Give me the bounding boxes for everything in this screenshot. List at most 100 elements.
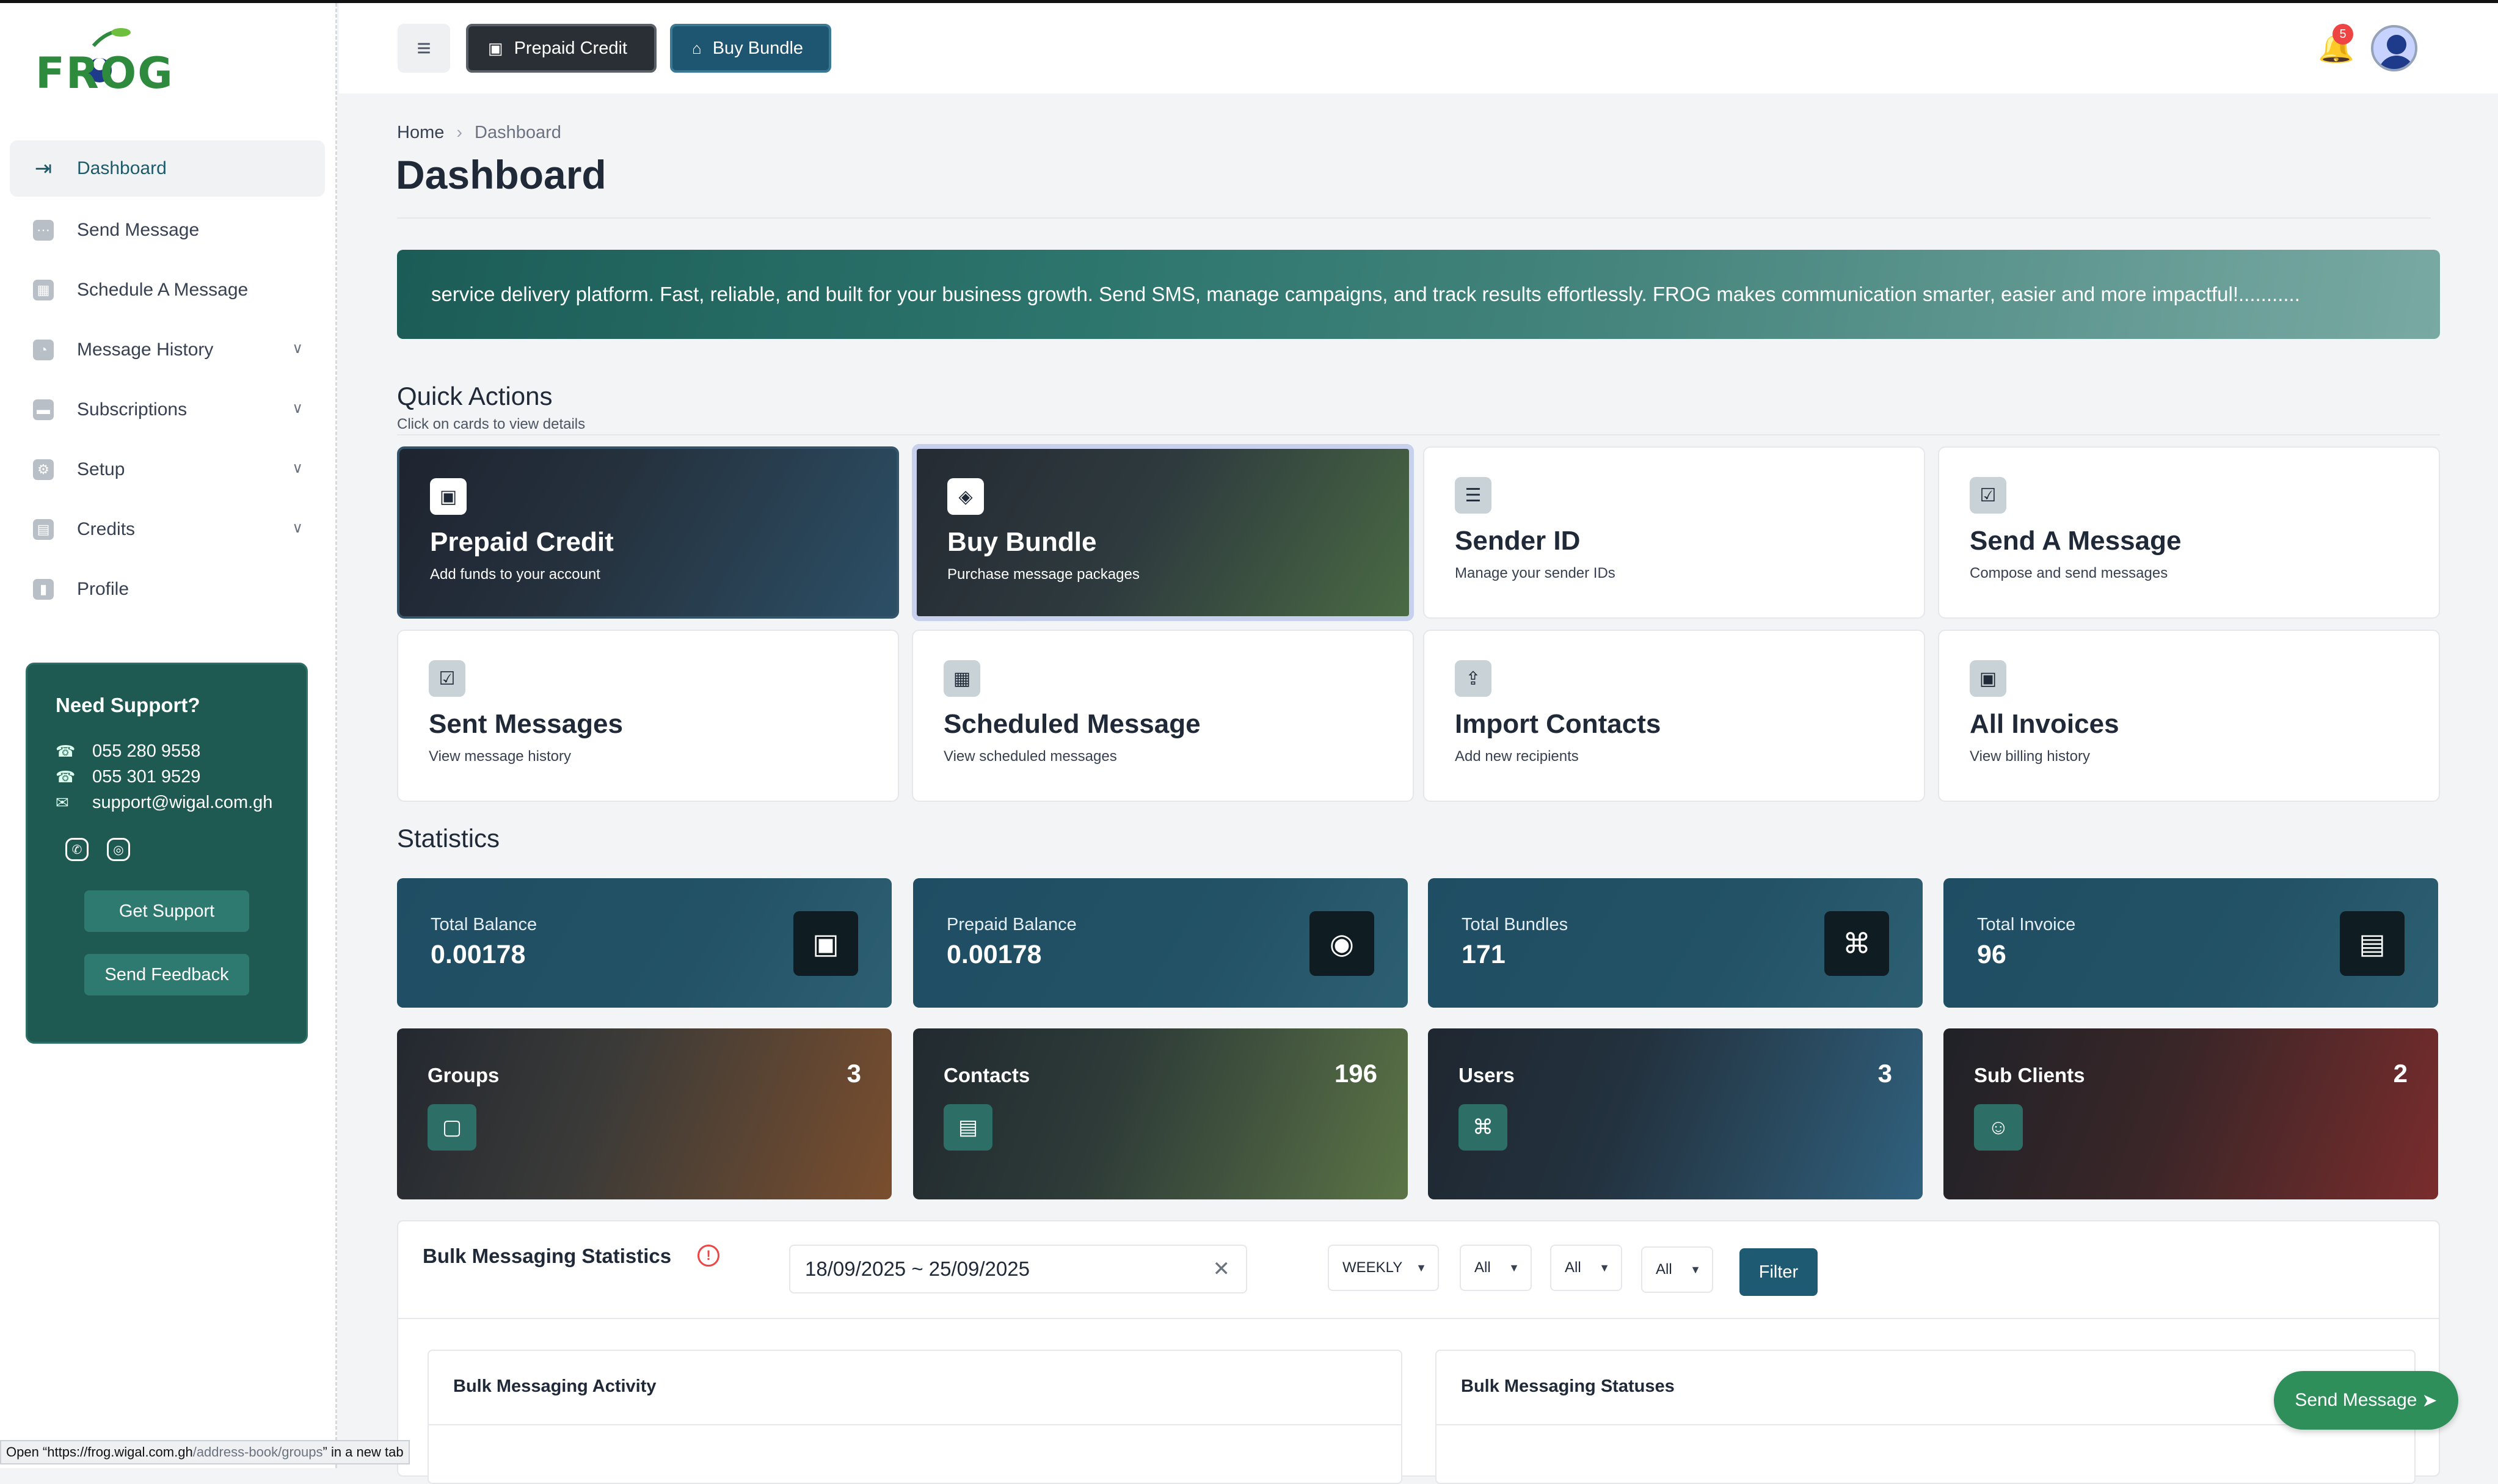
sidebar-item-label: Message History bbox=[77, 340, 214, 360]
send-feedback-button[interactable]: Send Feedback bbox=[84, 954, 249, 995]
sidebar-item-send-message[interactable]: ⋯ Send Message bbox=[10, 200, 325, 260]
sidebar-item-label: Dashboard bbox=[77, 158, 167, 178]
quick-action-buy-bundle[interactable]: ◈ Buy Bundle Purchase message packages bbox=[912, 444, 1414, 621]
sidebar-item-message-history[interactable]: ◔ Message History ∨ bbox=[10, 320, 325, 380]
sidebar-item-label: Send Message bbox=[77, 220, 200, 240]
menu-toggle-icon[interactable]: ≡ bbox=[398, 24, 450, 73]
sidebar-item-label: Profile bbox=[77, 579, 129, 599]
mail-icon: ✉ bbox=[56, 793, 69, 812]
sidebar-item-label: Setup bbox=[77, 459, 125, 479]
period-select[interactable]: WEEKLY ▼ bbox=[1328, 1245, 1439, 1291]
chevron-down-icon: ∨ bbox=[292, 460, 303, 476]
instagram-icon[interactable]: ◎ bbox=[107, 838, 130, 861]
browser-status-bar: Open “https://frog.wigal.com.gh/address-… bbox=[0, 1440, 410, 1464]
money-icon: ▣ bbox=[430, 478, 467, 515]
server-icon: ☰ bbox=[1455, 477, 1491, 514]
bulk-statuses-card: Bulk Messaging Statuses bbox=[1435, 1350, 2416, 1484]
invoice-icon: ▣ bbox=[1970, 660, 2006, 697]
inbox-icon: ☑ bbox=[1970, 477, 2006, 514]
frog-logo[interactable]: FROG bbox=[35, 26, 173, 98]
quick-action-all-invoices[interactable]: ▣ All Invoices View billing history bbox=[1938, 630, 2440, 802]
sidebar-item-label: Schedule A Message bbox=[77, 280, 249, 300]
breadcrumb-current: Dashboard bbox=[475, 123, 561, 142]
inbox-icon: ☑ bbox=[429, 660, 465, 697]
send-message-fab[interactable]: Send Message ➤ bbox=[2274, 1371, 2458, 1430]
sidebar-item-setup[interactable]: ⚙ Setup ∨ bbox=[10, 440, 325, 500]
phone-icon: ☎ bbox=[56, 741, 76, 760]
support-email[interactable]: ✉ support@wigal.com.gh bbox=[56, 793, 278, 812]
count-contacts[interactable]: Contacts 196 ▤ bbox=[913, 1028, 1408, 1199]
cash-icon: ◉ bbox=[1309, 911, 1374, 976]
stat-total-invoice[interactable]: Total Invoice 96 ▤ bbox=[1943, 878, 2438, 1008]
get-support-button[interactable]: Get Support bbox=[84, 890, 249, 932]
caret-down-icon: ▼ bbox=[1690, 1264, 1701, 1276]
gear-icon: ⚙ bbox=[33, 459, 54, 480]
sidebar-item-label: Credits bbox=[77, 519, 136, 539]
sidebar-item-schedule-message[interactable]: ▦ Schedule A Message bbox=[10, 260, 325, 320]
money-icon: ▣ bbox=[793, 911, 858, 976]
notification-badge: 5 bbox=[2332, 24, 2353, 45]
breadcrumb-home[interactable]: Home bbox=[397, 123, 444, 142]
buy-bundle-button[interactable]: ⌂ Buy Bundle bbox=[670, 24, 831, 73]
group-icon: ▢ bbox=[428, 1104, 476, 1151]
stat-total-balance[interactable]: Total Balance 0.00178 ▣ bbox=[397, 878, 892, 1008]
divider bbox=[397, 217, 2431, 219]
breadcrumb: Home › Dashboard bbox=[397, 123, 561, 143]
chevron-down-icon: ∨ bbox=[292, 400, 303, 416]
filter-button[interactable]: Filter bbox=[1739, 1248, 1818, 1296]
calendar-icon: ▦ bbox=[33, 280, 54, 300]
stat-prepaid-balance[interactable]: Prepaid Balance 0.00178 ◉ bbox=[913, 878, 1408, 1008]
bulk-messaging-panel: Bulk Messaging Statistics ! 18/09/2025 ~… bbox=[397, 1220, 2440, 1484]
count-sub-clients[interactable]: Sub Clients 2 ☺ bbox=[1943, 1028, 2438, 1199]
calendar-icon: ▦ bbox=[944, 660, 980, 697]
quick-action-send-message[interactable]: ☑ Send A Message Compose and send messag… bbox=[1938, 446, 2440, 619]
quick-action-scheduled-message[interactable]: ▦ Scheduled Message View scheduled messa… bbox=[912, 630, 1414, 802]
filter-select-1[interactable]: All ▼ bbox=[1460, 1245, 1532, 1291]
stat-total-bundles[interactable]: Total Bundles 171 ⌘ bbox=[1428, 878, 1923, 1008]
filter-select-2[interactable]: All ▼ bbox=[1550, 1245, 1622, 1291]
quick-action-prepaid-credit[interactable]: ▣ Prepaid Credit Add funds to your accou… bbox=[397, 446, 899, 619]
quick-action-sender-id[interactable]: ☰ Sender ID Manage your sender IDs bbox=[1423, 446, 1925, 619]
bulk-title: Bulk Messaging Statistics bbox=[423, 1245, 672, 1267]
support-phone-2[interactable]: ☎ 055 301 9529 bbox=[56, 767, 278, 787]
sidebar-item-dashboard[interactable]: ⇥ Dashboard bbox=[10, 140, 325, 197]
support-phone-1[interactable]: ☎ 055 280 9558 bbox=[56, 741, 278, 761]
page-title: Dashboard bbox=[396, 152, 606, 197]
sidebar-item-credits[interactable]: ▤ Credits ∨ bbox=[10, 500, 325, 559]
quick-action-sent-messages[interactable]: ☑ Sent Messages View message history bbox=[397, 630, 899, 802]
bulk-activity-card: Bulk Messaging Activity bbox=[428, 1350, 1402, 1484]
contact-card-icon: ▤ bbox=[944, 1104, 992, 1151]
avatar[interactable] bbox=[2371, 25, 2417, 71]
chat-icon: ⋯ bbox=[33, 220, 54, 241]
breadcrumb-chevron-icon: › bbox=[456, 123, 463, 142]
history-icon: ◔ bbox=[33, 340, 54, 360]
quick-actions-subtitle: Click on cards to view details bbox=[397, 416, 586, 432]
upload-icon: ⇪ bbox=[1455, 660, 1491, 697]
wallet-icon: ▤ bbox=[33, 519, 54, 540]
count-groups[interactable]: Groups 3 ▢ bbox=[397, 1028, 892, 1199]
command-icon: ⌘ bbox=[1458, 1104, 1507, 1151]
caret-down-icon: ▼ bbox=[1416, 1262, 1427, 1274]
sidebar-item-subscriptions[interactable]: ▬ Subscriptions ∨ bbox=[10, 380, 325, 440]
top-header: ≡ ▣ Prepaid Credit ⌂ Buy Bundle 🔔 5 bbox=[339, 3, 2498, 93]
filter-select-3[interactable]: All ▼ bbox=[1641, 1246, 1713, 1293]
marquee-banner: service delivery platform. Fast, reliabl… bbox=[397, 250, 2440, 339]
quick-action-import-contacts[interactable]: ⇪ Import Contacts Add new recipients bbox=[1423, 630, 1925, 802]
bundle-icon: ⌘ bbox=[1824, 911, 1889, 976]
quick-actions-title: Quick Actions bbox=[397, 382, 553, 410]
users-icon: ☺ bbox=[1974, 1104, 2023, 1151]
sidebar-nav: ⇥ Dashboard ⋯ Send Message ▦ Schedule A … bbox=[10, 140, 325, 619]
profile-icon: ▮ bbox=[33, 579, 54, 600]
count-users[interactable]: Users 3 ⌘ bbox=[1428, 1028, 1923, 1199]
card-icon: ▬ bbox=[33, 399, 54, 420]
info-icon[interactable]: ! bbox=[697, 1245, 719, 1267]
clear-icon[interactable]: ✕ bbox=[1213, 1246, 1231, 1292]
prepaid-credit-button[interactable]: ▣ Prepaid Credit bbox=[466, 24, 657, 73]
statistics-title: Statistics bbox=[397, 824, 500, 853]
money-icon: ▣ bbox=[488, 38, 503, 57]
whatsapp-icon[interactable]: ✆ bbox=[65, 838, 89, 861]
chevron-down-icon: ∨ bbox=[292, 520, 303, 536]
sidebar-item-profile[interactable]: ▮ Profile bbox=[10, 559, 325, 619]
date-range-input[interactable]: 18/09/2025 ~ 25/09/2025 ✕ bbox=[789, 1245, 1247, 1293]
cart-icon: ⌂ bbox=[692, 38, 702, 57]
